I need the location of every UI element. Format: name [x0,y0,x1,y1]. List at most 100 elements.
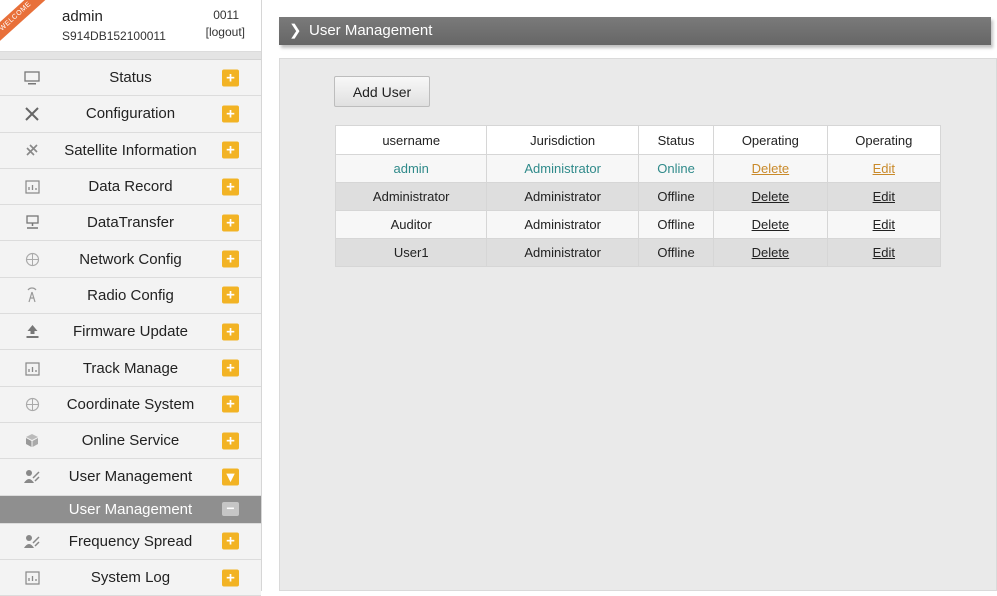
tools-icon [24,106,40,122]
sidebar-item-radio-config[interactable]: Radio Config + [0,277,261,315]
table-row: User1 Administrator Offline Delete Edit [334,238,942,267]
delete-link[interactable]: Delete [752,217,790,232]
delete-link[interactable]: Delete [752,245,790,260]
users-icon [24,533,40,549]
delete-link[interactable]: Delete [752,189,790,204]
cell-delete: Delete [713,154,828,183]
cell-jurisdiction: Administrator [486,182,639,211]
expand-icon[interactable]: + [222,105,239,123]
cell-jurisdiction: Administrator [486,154,639,183]
cell-delete: Delete [713,210,828,239]
cell-edit: Edit [826,182,942,211]
sidebar-item-label: Firmware Update [72,323,189,341]
sidebar-item-label: User Management [68,468,193,486]
cell-status: Offline [637,210,715,239]
calendar-icon [24,360,40,376]
sidebar-item-track-manage[interactable]: Track Manage + [0,350,261,387]
collapse-icon[interactable]: ▾ [222,468,239,486]
sidebar-item-label: System Log [90,569,171,586]
cell-jurisdiction: Administrator [486,210,639,239]
cell-edit: Edit [826,210,942,239]
users-icon [24,469,40,485]
expand-icon[interactable]: + [222,178,239,196]
sidebar-item-label: Status [109,69,152,87]
expand-icon[interactable]: + [222,141,239,159]
column-header-jurisdiction: Jurisdiction [486,125,639,155]
user-code: 0011 [213,8,239,22]
sidebar-item-status[interactable]: Status + [0,60,261,97]
expand-icon[interactable]: + [222,432,239,450]
table-row: Administrator Administrator Offline Dele… [334,182,942,211]
sidebar-item-frequency-spread[interactable]: Frequency Spread + [0,523,261,560]
expand-icon[interactable]: + [222,395,239,413]
user-table: username Jurisdiction Status Operating O… [334,125,942,267]
sidebar-item-online-service[interactable]: Online Service + [0,422,261,460]
network-icon [24,215,40,231]
cell-username: User1 [334,238,488,267]
sidebar-item-coordinate-system[interactable]: Coordinate System + [0,386,261,423]
cell-edit: Edit [826,154,942,183]
sidebar-item-label: Satellite Information [64,141,197,159]
user-info-panel: WELCOME admin S914DB152100011 0011 [logo… [0,0,261,52]
sidebar-item-user-management[interactable]: User Management ▾ [0,459,261,496]
sidebar-item-datatransfer[interactable]: DataTransfer + [0,205,261,242]
sidebar-item-firmware-update[interactable]: Firmware Update + [0,314,261,351]
edit-link[interactable]: Edit [873,189,895,204]
logout-link[interactable]: [logout] [206,25,245,39]
sidebar-item-label: Configuration [85,105,176,123]
globe-icon [24,396,40,412]
sidebar-item-label: Online Service [81,432,180,450]
expand-icon[interactable]: + [222,69,239,87]
user-name: admin [62,8,103,25]
chevron-right-icon: ❯ [289,22,302,39]
device-serial: S914DB152100011 [62,29,166,43]
page-title: User Management [309,22,433,39]
edit-link[interactable]: Edit [873,161,895,176]
column-header-operating: Operating [826,125,942,155]
sidebar-item-satellite-information[interactable]: Satellite Information + [0,132,261,169]
antenna-icon [24,287,40,303]
expand-icon[interactable]: + [222,286,239,304]
table-header-row: username Jurisdiction Status Operating O… [334,125,942,155]
expand-icon[interactable]: + [222,214,239,232]
sidebar-item-network-config[interactable]: Network Config + [0,241,261,278]
minus-icon: − [222,501,239,517]
add-user-button[interactable]: Add User [334,76,430,107]
cell-username: Auditor [334,210,488,239]
sidebar-subitem-user-management[interactable]: User Management − [0,495,261,524]
table-row: Auditor Administrator Offline Delete Edi… [334,210,942,239]
expand-icon[interactable]: + [222,359,239,377]
column-header-status: Status [637,125,715,155]
sidebar-item-data-record[interactable]: Data Record + [0,168,261,206]
column-header-username: username [334,125,488,155]
cell-status: Offline [637,182,715,211]
sidebar-item-label: Frequency Spread [68,532,193,550]
sidebar-item-label: Network Config [79,250,182,268]
cell-delete: Delete [713,238,828,267]
edit-link[interactable]: Edit [873,245,895,260]
monitor-icon [24,70,40,86]
delete-link[interactable]: Delete [752,161,790,176]
expand-icon[interactable]: + [222,250,239,268]
expand-icon[interactable]: + [222,323,239,341]
sidebar-item-configuration[interactable]: Configuration + [0,96,261,133]
sidebar-subitem-label: User Management [68,500,193,518]
welcome-ribbon: WELCOME [0,0,48,47]
sidebar-item-label: Track Manage [82,359,179,377]
cell-jurisdiction: Administrator [486,238,639,267]
column-header-operating: Operating [713,125,828,155]
cell-edit: Edit [826,238,942,267]
globe-icon [24,251,40,267]
sidebar: WELCOME admin S914DB152100011 0011 [logo… [0,0,262,596]
cell-username: admin [334,154,488,183]
expand-icon[interactable]: + [222,569,239,586]
sidebar-item-label: Radio Config [87,286,174,304]
sidebar-item-label: DataTransfer [87,214,174,232]
sidebar-item-label: Data Record [88,178,173,196]
expand-icon[interactable]: + [222,532,239,550]
page-header: ❯ User Management [279,17,991,45]
sidebar-item-label: Coordinate System [66,395,195,413]
content-panel: Add User username Jurisdiction Status Op… [279,58,997,591]
cell-status: Offline [637,238,715,267]
edit-link[interactable]: Edit [873,217,895,232]
